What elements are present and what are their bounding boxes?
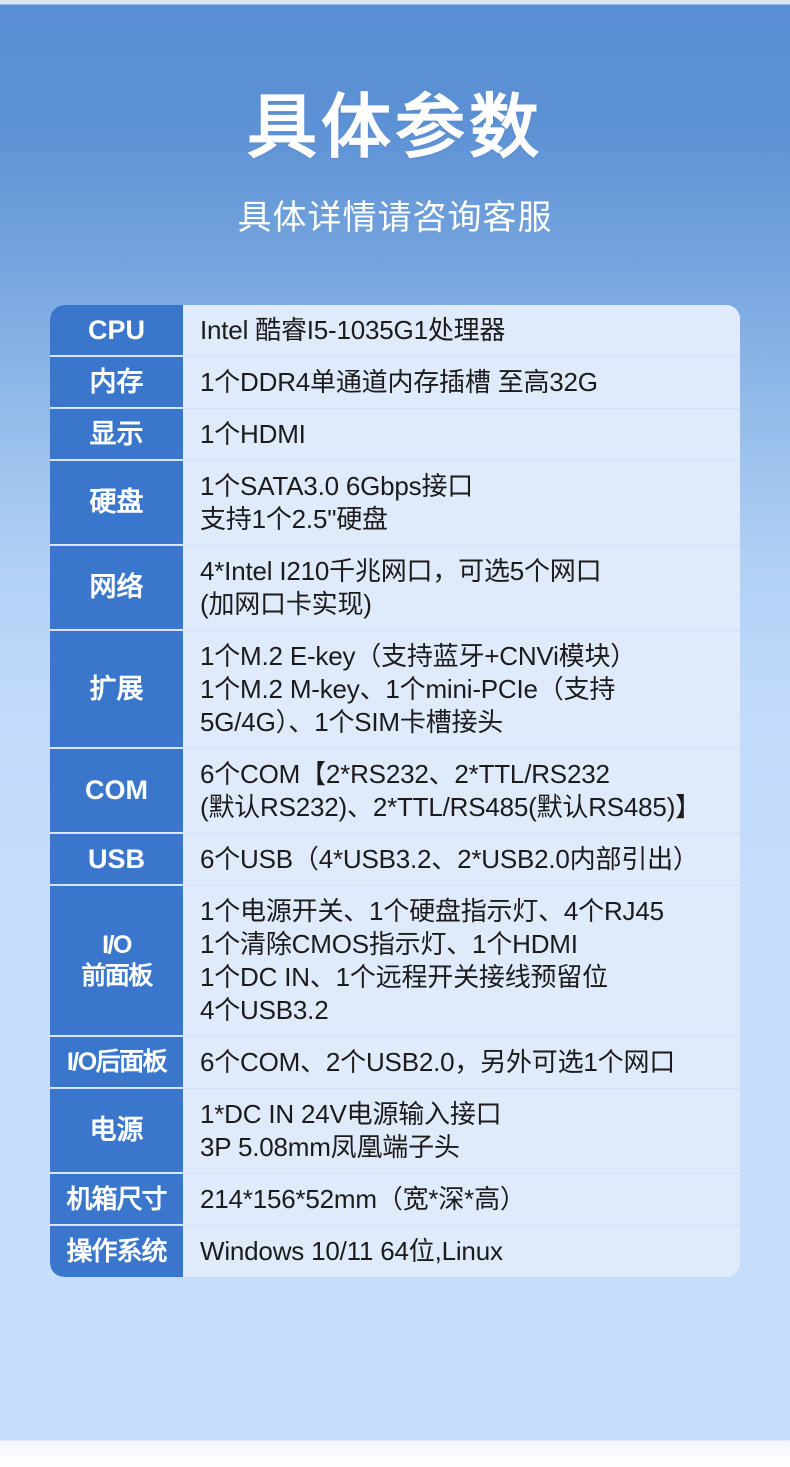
spec-label: 扩展 (50, 631, 183, 748)
specification-table: CPU Intel 酷睿I5-1035G1处理器 内存 1个DDR4单通道内存插槽 至… (50, 305, 740, 1277)
spec-page: 具体参数 具体详情请咨询客服 CPU Intel 酷睿I5-1035G1处理器 内存… (0, 0, 790, 1467)
table-row: 内存 1个DDR4单通道内存插槽 至高32G (50, 357, 740, 409)
spec-label: 硬盘 (50, 461, 183, 545)
spec-value: Intel 酷睿I5-1035G1处理器 (183, 305, 740, 356)
table-row: COM 6个COM【2*RS232、2*TTL/RS232 (默认RS232)、2… (50, 749, 740, 834)
page-header: 具体参数 具体详情请咨询客服 (0, 0, 790, 238)
spec-value: 1*DC IN 24V电源输入接口 3P 5.08mm凤凰端子头 (183, 1089, 740, 1173)
table-row: CPU Intel 酷睿I5-1035G1处理器 (50, 305, 740, 357)
spec-value: 6个USB（4*USB3.2、2*USB2.0内部引出） (183, 834, 740, 885)
spec-label: 电源 (50, 1089, 183, 1173)
spec-value: 1个电源开关、1个硬盘指示灯、4个RJ45 1个清除CMOS指示灯、1个HDMI… (183, 886, 740, 1036)
table-row: 网络 4*Intel I210千兆网口，可选5个网口 (加网口卡实现) (50, 546, 740, 631)
spec-value: 1个DDR4单通道内存插槽 至高32G (183, 357, 740, 408)
spec-label: 内存 (50, 357, 183, 408)
table-row: 机箱尺寸 214*156*52mm（宽*深*高） (50, 1174, 740, 1226)
spec-label: 网络 (50, 546, 183, 630)
page-title: 具体参数 (247, 88, 543, 166)
spec-label: I/O后面板 (50, 1037, 183, 1088)
spec-label: 显示 (50, 409, 183, 460)
table-row: USB 6个USB（4*USB3.2、2*USB2.0内部引出） (50, 834, 740, 886)
table-row: 电源 1*DC IN 24V电源输入接口 3P 5.08mm凤凰端子头 (50, 1089, 740, 1174)
spec-label: CPU (50, 305, 183, 356)
spec-value: Windows 10/11 64位,Linux (183, 1226, 740, 1277)
page-subtitle: 具体详情请咨询客服 (237, 199, 553, 237)
spec-value: 6个COM【2*RS232、2*TTL/RS232 (默认RS232)、2*TT… (183, 749, 740, 833)
spec-value: 1个HDMI (183, 409, 740, 460)
spec-label: 操作系统 (50, 1226, 183, 1277)
spec-value: 214*156*52mm（宽*深*高） (183, 1174, 740, 1225)
spec-value: 1个SATA3.0 6Gbps接口 支持1个2.5"硬盘 (183, 461, 740, 545)
table-row: I/O后面板 6个COM、2个USB2.0，另外可选1个网口 (50, 1037, 740, 1089)
table-row: 操作系统 Windows 10/11 64位,Linux (50, 1226, 740, 1277)
table-row: 显示 1个HDMI (50, 409, 740, 461)
spec-label: COM (50, 749, 183, 833)
table-row: I/O 前面板 1个电源开关、1个硬盘指示灯、4个RJ45 1个清除CMOS指示灯… (50, 886, 740, 1037)
spec-label: I/O 前面板 (50, 886, 183, 1036)
table-row: 硬盘 1个SATA3.0 6Gbps接口 支持1个2.5"硬盘 (50, 461, 740, 546)
spec-value: 1个M.2 E-key（支持蓝牙+CNVi模块） 1个M.2 M-key、1个m… (183, 631, 740, 748)
spec-label: 机箱尺寸 (50, 1174, 183, 1225)
table-row: 扩展 1个M.2 E-key（支持蓝牙+CNVi模块） 1个M.2 M-key、1… (50, 631, 740, 749)
spec-value: 4*Intel I210千兆网口，可选5个网口 (加网口卡实现) (183, 546, 740, 630)
spec-value: 6个COM、2个USB2.0，另外可选1个网口 (183, 1037, 740, 1088)
spec-label: USB (50, 834, 183, 885)
